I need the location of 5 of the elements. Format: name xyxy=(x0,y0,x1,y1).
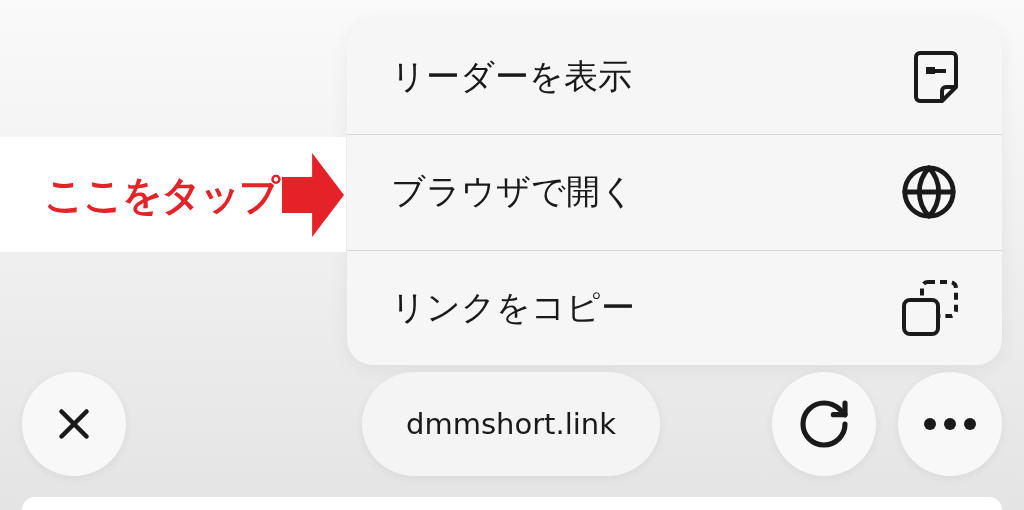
menu-item[interactable]: ブラウザで開く xyxy=(347,134,1002,250)
menu-item[interactable]: リンクをコピー xyxy=(347,249,1002,365)
address-button[interactable]: dmmshort.link xyxy=(362,372,660,476)
menu-item[interactable]: リーダーを表示 xyxy=(347,20,1002,135)
callout-text: ここをタップ xyxy=(44,171,278,220)
